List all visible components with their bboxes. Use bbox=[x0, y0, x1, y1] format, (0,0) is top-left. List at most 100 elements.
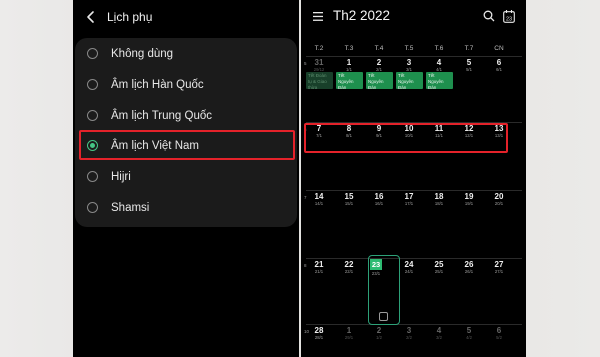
option-shamsi[interactable]: Shamsi bbox=[75, 192, 297, 223]
today-lunar-date: 23/1 bbox=[371, 271, 381, 276]
day-cell[interactable]: 21 21/1 bbox=[304, 260, 334, 275]
day-cell[interactable]: 4 4/1 bbox=[424, 58, 454, 73]
day-number: 18 bbox=[434, 192, 444, 201]
day-number: 6 bbox=[496, 58, 502, 67]
day-number: 27 bbox=[494, 260, 504, 269]
radio-button[interactable] bbox=[87, 48, 98, 59]
day-number: 28 bbox=[314, 326, 324, 335]
day-cell[interactable]: 16 16/1 bbox=[364, 192, 394, 207]
calendar-header: Th2 2022 23 bbox=[301, 0, 526, 34]
day-cell[interactable]: 5 5/1 bbox=[454, 58, 484, 73]
day-cell[interactable]: 26 26/1 bbox=[454, 260, 484, 275]
lunar-date: 2/2 bbox=[406, 335, 412, 340]
weekday-label: CN bbox=[494, 45, 504, 52]
week-divider bbox=[306, 324, 522, 325]
radio-button[interactable] bbox=[87, 79, 98, 90]
lunar-date: 16/1 bbox=[374, 201, 384, 206]
lunar-date: 28/1 bbox=[314, 335, 324, 340]
option-hijri[interactable]: Hijri bbox=[75, 161, 297, 192]
option-chinese-lunar[interactable]: Âm lịch Trung Quốc bbox=[75, 100, 297, 131]
day-cell[interactable]: 3 2/2 bbox=[394, 326, 424, 341]
radio-button[interactable] bbox=[87, 110, 98, 121]
day-cell[interactable]: 28 28/1 bbox=[304, 326, 334, 341]
lunar-date: 5/2 bbox=[496, 335, 502, 340]
event-chip[interactable]: Tết Nguyên Đán bbox=[336, 72, 363, 89]
day-number: 3 bbox=[406, 326, 412, 335]
option-none[interactable]: Không dùng bbox=[75, 38, 297, 69]
lunar-date: 21/1 bbox=[314, 269, 324, 274]
lunar-date: 25/1 bbox=[434, 269, 444, 274]
option-korean-lunar[interactable]: Âm lịch Hàn Quốc bbox=[75, 69, 297, 100]
event-chip[interactable]: Tết Nguyên Đán bbox=[426, 72, 453, 89]
option-label: Hijri bbox=[111, 170, 131, 183]
settings-header: Lịch phụ bbox=[83, 9, 152, 25]
weekday-label: T.3 bbox=[344, 45, 354, 52]
week-divider bbox=[306, 190, 522, 191]
day-cell[interactable]: 19 19/1 bbox=[454, 192, 484, 207]
day-cell[interactable]: 20 20/1 bbox=[484, 192, 514, 207]
day-cell[interactable]: 14 14/1 bbox=[304, 192, 334, 207]
day-cell[interactable]: 3 3/1 bbox=[394, 58, 424, 73]
day-number: 16 bbox=[374, 192, 384, 201]
highlight-annotation bbox=[79, 130, 295, 160]
lunar-date: 26/1 bbox=[464, 269, 474, 274]
event-chip[interactable]: Tết Nguyên Đán bbox=[396, 72, 423, 89]
day-cell[interactable]: 1 1/1 bbox=[334, 58, 364, 73]
day-cell[interactable]: 2 2/1 bbox=[364, 58, 394, 73]
day-number: 4 bbox=[436, 326, 442, 335]
day-number: 5 bbox=[466, 58, 472, 67]
lunar-date: 17/1 bbox=[404, 201, 414, 206]
lunar-date: 29/1 bbox=[344, 335, 354, 340]
day-cell[interactable]: 27 27/1 bbox=[484, 260, 514, 275]
day-cell[interactable]: 31 29/12 bbox=[304, 58, 334, 73]
sticker-note-icon[interactable] bbox=[379, 312, 388, 321]
day-cell[interactable]: 2 1/2 bbox=[364, 326, 394, 341]
day-cell[interactable]: 6 5/2 bbox=[484, 326, 514, 341]
day-cell[interactable]: 17 17/1 bbox=[394, 192, 424, 207]
lunar-date: 6/1 bbox=[496, 67, 502, 72]
option-label: Không dùng bbox=[111, 47, 174, 60]
hamburger-menu-icon[interactable] bbox=[313, 12, 323, 21]
day-cell[interactable]: 22 22/1 bbox=[334, 260, 364, 275]
svg-text:23: 23 bbox=[506, 17, 512, 23]
option-label: Âm lịch Hàn Quốc bbox=[111, 78, 204, 91]
day-number: 20 bbox=[494, 192, 504, 201]
radio-button[interactable] bbox=[87, 171, 98, 182]
calendar-today-icon[interactable]: 23 bbox=[503, 10, 515, 23]
highlight-annotation bbox=[304, 123, 508, 153]
day-number: 4 bbox=[436, 58, 442, 67]
day-number: 15 bbox=[344, 192, 354, 201]
day-cell[interactable]: 25 25/1 bbox=[424, 260, 454, 275]
day-number: 6 bbox=[496, 326, 502, 335]
day-number: 3 bbox=[406, 58, 412, 67]
month-grid: T.2 T.3 T.4 T.5 T.6 T.7 CN 5 31 29/12 1 1/1 2… bbox=[301, 38, 526, 357]
day-cell[interactable]: 18 18/1 bbox=[424, 192, 454, 207]
chevron-left-icon[interactable] bbox=[83, 9, 99, 25]
month-title[interactable]: Th2 2022 bbox=[333, 8, 390, 23]
search-icon[interactable] bbox=[483, 10, 495, 22]
day-cell[interactable]: 1 29/1 bbox=[334, 326, 364, 341]
day-number: 1 bbox=[346, 58, 352, 67]
event-chip[interactable]: Tết Đoàn tụ & Giao thừa bbox=[306, 72, 333, 89]
day-cell[interactable]: 5 4/2 bbox=[454, 326, 484, 341]
alternate-calendar-options: Không dùng Âm lịch Hàn Quốc Âm lịch Trun… bbox=[75, 38, 297, 227]
day-cell[interactable]: 6 6/1 bbox=[484, 58, 514, 73]
weekday-label: T.2 bbox=[314, 45, 324, 52]
lunar-date: 15/1 bbox=[344, 201, 354, 206]
today-date[interactable]: 23 bbox=[370, 259, 382, 270]
lunar-date: 22/1 bbox=[344, 269, 354, 274]
weekday-label: T.7 bbox=[464, 45, 474, 52]
day-number: 14 bbox=[314, 192, 324, 201]
weekday-label: T.5 bbox=[404, 45, 414, 52]
page-title: Lịch phụ bbox=[107, 10, 153, 24]
right-phone-screen: Th2 2022 23 T.2 T.3 T.4 T.5 T.6 T.7 CN 5… bbox=[301, 0, 526, 357]
lunar-date: 4/2 bbox=[466, 335, 472, 340]
lunar-date: 20/1 bbox=[494, 201, 504, 206]
radio-button[interactable] bbox=[87, 202, 98, 213]
lunar-date: 19/1 bbox=[464, 201, 474, 206]
day-cell[interactable]: 15 15/1 bbox=[334, 192, 364, 207]
day-cell[interactable]: 4 3/2 bbox=[424, 326, 454, 341]
left-phone-screen: Lịch phụ Không dùng Âm lịch Hàn Quốc Âm … bbox=[73, 0, 299, 357]
event-chip[interactable]: Tết Nguyên Đán bbox=[366, 72, 393, 89]
week-divider bbox=[306, 56, 522, 57]
